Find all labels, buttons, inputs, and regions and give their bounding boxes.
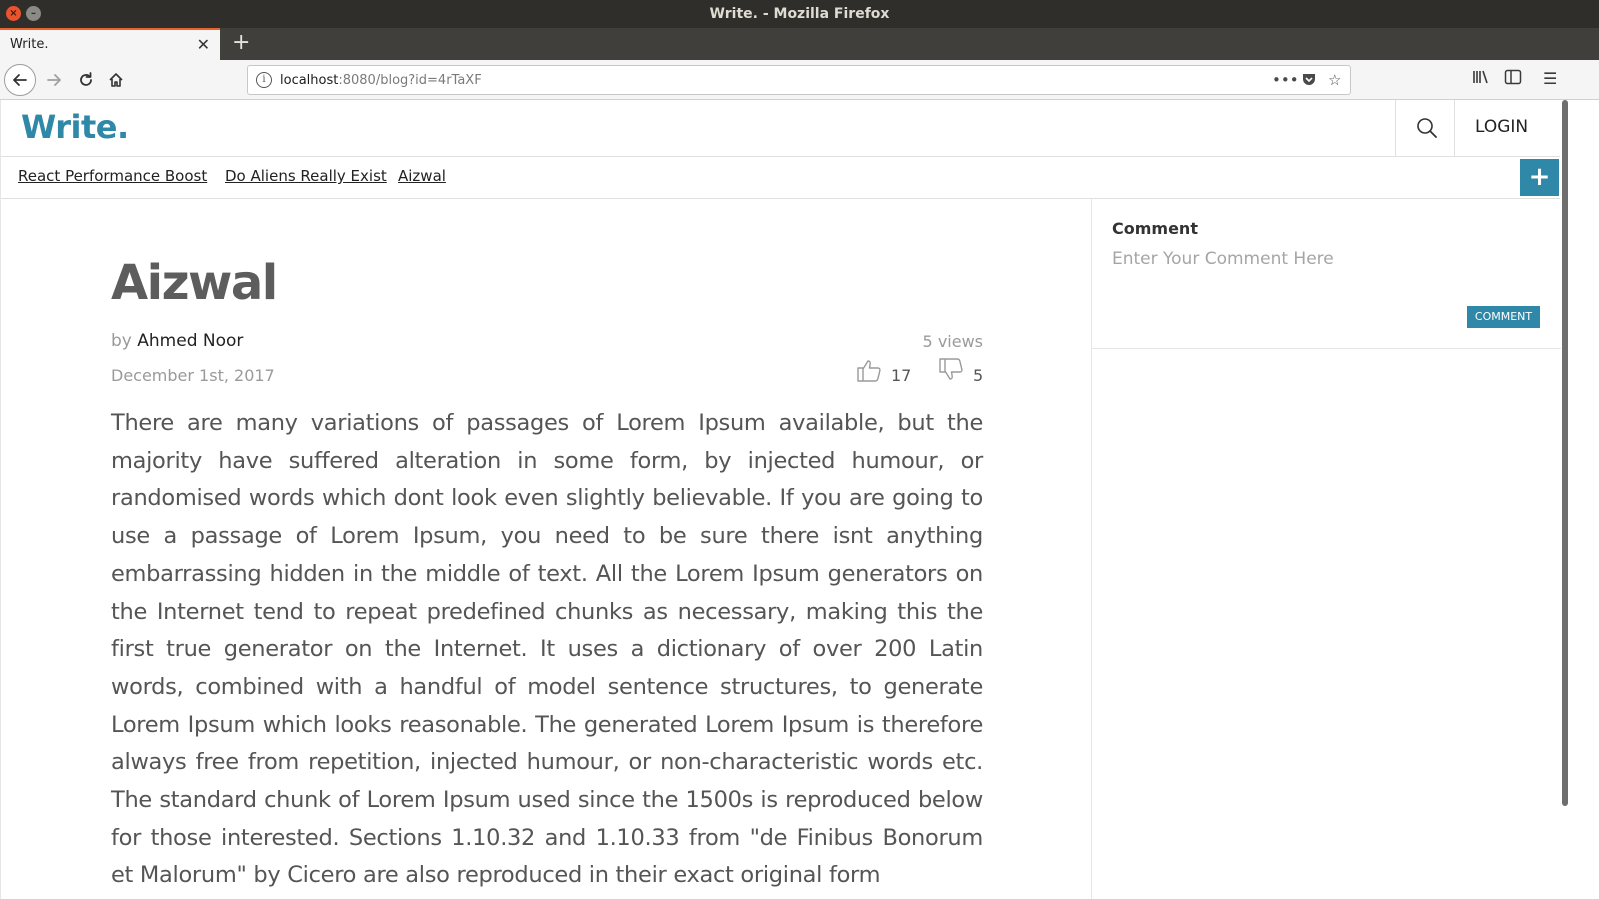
- article-byline: by Ahmed Noor: [111, 331, 243, 351]
- tab-title: Write.: [10, 37, 49, 52]
- thumbs-down-icon[interactable]: [938, 357, 964, 387]
- reload-button[interactable]: [74, 65, 98, 95]
- url-path: :8080/blog?id=4rTaXF: [338, 73, 482, 88]
- nav-toolbar: i localhost:8080/blog?id=4rTaXF ••• ☆ ☰: [0, 60, 1599, 100]
- article-title: Aizwal: [111, 255, 278, 311]
- topic-link-react[interactable]: React Performance Boost: [18, 167, 207, 185]
- reload-icon: [80, 72, 92, 86]
- topics-bar: React Performance Boost Do Aliens Really…: [1, 157, 1560, 199]
- search-button[interactable]: [1395, 100, 1455, 157]
- comment-label: Comment: [1112, 219, 1198, 238]
- view-count: 5 views: [922, 332, 983, 351]
- back-button[interactable]: [4, 64, 36, 96]
- home-button[interactable]: [104, 65, 128, 95]
- login-link[interactable]: LOGIN: [1475, 117, 1528, 137]
- comment-submit-button[interactable]: COMMENT: [1467, 306, 1540, 328]
- site-logo[interactable]: Write.: [21, 108, 129, 146]
- site-info-icon[interactable]: i: [256, 72, 272, 88]
- window-titlebar: × – Write. - Mozilla Firefox: [0, 0, 1599, 28]
- url-text[interactable]: localhost:8080/blog?id=4rTaXF: [280, 73, 482, 88]
- topic-link-aliens[interactable]: Do Aliens Really Exist: [225, 167, 387, 185]
- site-header: Write. LOGIN: [1, 100, 1560, 157]
- tab-close-icon[interactable]: ✕: [197, 35, 210, 54]
- menu-hamburger-icon[interactable]: ☰: [1543, 69, 1557, 88]
- by-label: by: [111, 331, 132, 351]
- web-page: Write. LOGIN React Performance Boost Do …: [0, 100, 1561, 899]
- bookmark-star-icon[interactable]: ☆: [1328, 71, 1341, 89]
- home-icon: [109, 73, 123, 87]
- comment-input[interactable]: [1112, 249, 1542, 299]
- page-scrollbar[interactable]: [1562, 100, 1568, 806]
- url-bar[interactable]: i localhost:8080/blog?id=4rTaXF ••• ☆: [247, 65, 1351, 95]
- search-icon: [1417, 118, 1437, 138]
- article-date: December 1st, 2017: [111, 366, 275, 385]
- new-tab-icon[interactable]: +: [232, 30, 250, 55]
- author-name[interactable]: Ahmed Noor: [137, 331, 243, 351]
- plus-icon: +: [1528, 162, 1551, 192]
- article-header: Aizwal: [111, 255, 983, 311]
- forward-arrow-icon: [47, 74, 61, 86]
- url-host: localhost: [280, 73, 339, 88]
- dislike-count: 5: [973, 366, 984, 385]
- add-post-button[interactable]: +: [1520, 159, 1559, 196]
- back-arrow-icon: [13, 74, 27, 86]
- tab-strip: Write. ✕ +: [0, 28, 1599, 60]
- like-count: 17: [891, 366, 912, 385]
- article-body: There are many variations of passages of…: [111, 410, 983, 889]
- library-icon[interactable]: [1472, 69, 1490, 89]
- page-actions-icon[interactable]: •••: [1272, 71, 1299, 89]
- forward-button[interactable]: [42, 65, 66, 95]
- comment-box: Comment COMMENT: [1092, 199, 1561, 349]
- window-title: Write. - Mozilla Firefox: [709, 6, 890, 22]
- sidebar-toggle-icon[interactable]: [1504, 69, 1522, 89]
- thumbs-up-icon[interactable]: [856, 357, 882, 387]
- browser-tab[interactable]: Write. ✕: [0, 28, 220, 60]
- comment-sidebar: Comment COMMENT: [1091, 199, 1561, 899]
- pocket-icon[interactable]: [1301, 71, 1317, 91]
- topic-link-aizwal[interactable]: Aizwal: [398, 167, 446, 185]
